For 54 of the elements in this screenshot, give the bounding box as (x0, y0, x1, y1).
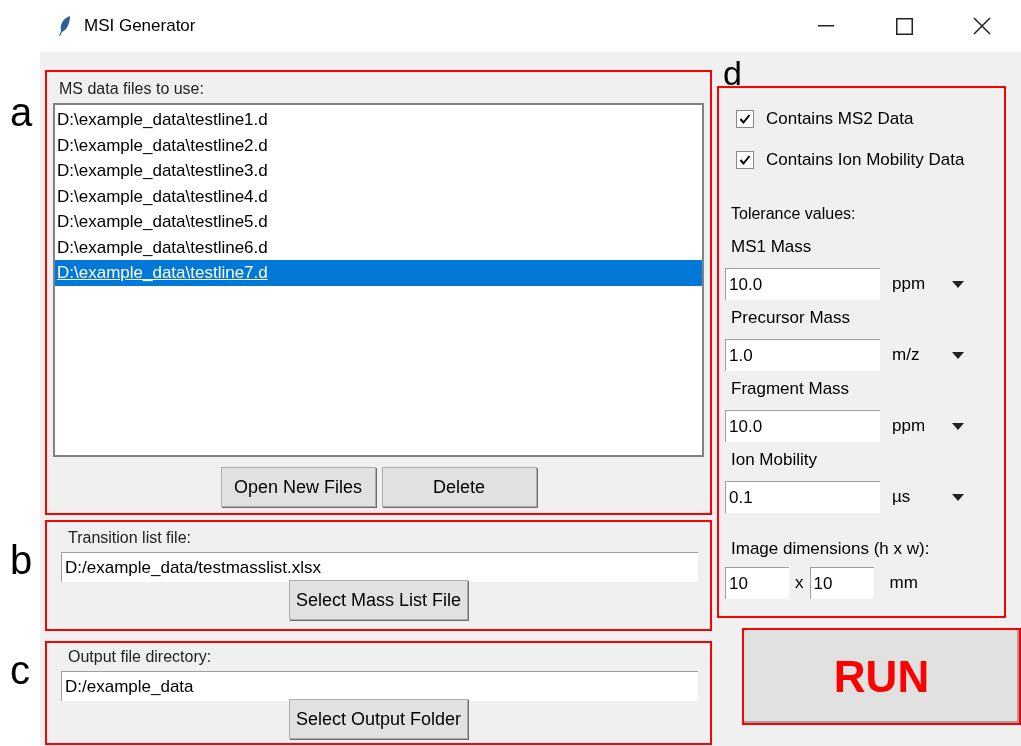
button[interactable]: Select Output Folder (288, 699, 469, 739)
panel-letter: a (10, 92, 33, 132)
caret-icon (952, 280, 964, 288)
checkbox-label: Contains Ion Mobility Data (766, 148, 965, 171)
input-field[interactable]: 0.1 (725, 481, 880, 513)
button[interactable]: Delete (381, 467, 537, 507)
caret-icon (952, 422, 964, 430)
minimize-icon (818, 25, 834, 27)
file-list-item[interactable]: D:\example_data\testline2.d (55, 132, 702, 158)
checkbox[interactable] (736, 109, 754, 128)
unit-dropdown[interactable]: ppm (892, 413, 964, 439)
input-field[interactable]: 10 (809, 567, 874, 599)
panel-letter: c (10, 650, 30, 690)
field-label: Image dimensions (h x w): (730, 538, 931, 560)
unit-label: mm (889, 572, 918, 595)
input-field[interactable]: 10.0 (725, 268, 880, 300)
unit-dropdown[interactable]: ppm (892, 271, 964, 297)
window-title: MSI Generator (84, 15, 196, 38)
file-list[interactable]: D:\example_data\testline1.d D:\example_data\testline2.d D:\example_data\testline3.d D:\example_data\testline4.d D:\example_data\testline5.d D:\example_data\testline6.d D:\example_data\testline7.d (53, 103, 704, 457)
file-list-item[interactable]: D:\example_data\testline7.d (55, 260, 702, 286)
section-label: Tolerance values: (730, 204, 857, 224)
file-list-item[interactable]: D:\example_data\testline3.d (55, 158, 702, 184)
section-label: MS data files to use: (58, 79, 205, 99)
field-label: Fragment Mass (730, 378, 851, 400)
input-field[interactable]: D:/example_data/testmasslist.xlsx (61, 552, 698, 582)
panel-letter: d (722, 56, 743, 86)
section-label: Transition list file: (67, 528, 192, 548)
file-list-item[interactable]: D:\example_data\testline5.d (55, 209, 702, 235)
file-list-item[interactable]: D:\example_data\testline6.d (55, 234, 702, 260)
input-field[interactable]: 1.0 (725, 339, 880, 371)
field-label: Ion Mobility (730, 449, 818, 471)
button[interactable]: Select Mass List File (288, 580, 469, 620)
file-list-item[interactable]: D:\example_data\testline4.d (55, 183, 702, 209)
section-label: Output file directory: (67, 647, 213, 667)
separator-label: x (795, 572, 804, 595)
button[interactable]: Open New Files (220, 467, 376, 507)
maximize-icon (895, 17, 913, 35)
checkbox[interactable] (736, 150, 754, 169)
input-field[interactable]: 10 (725, 567, 789, 599)
feather-icon (58, 15, 72, 37)
caret-icon (952, 351, 964, 359)
panel-letter: b (10, 540, 33, 580)
unit-dropdown[interactable]: µs (892, 484, 964, 510)
input-field[interactable]: 10.0 (725, 410, 880, 442)
caret-icon (952, 493, 964, 501)
checkmark-icon (739, 112, 751, 125)
file-list-item[interactable]: D:\example_data\testline1.d (55, 107, 702, 133)
close-icon (973, 17, 991, 35)
checkmark-icon (739, 153, 751, 166)
checkbox-label: Contains MS2 Data (766, 107, 914, 130)
input-field[interactable]: D:/example_data (61, 671, 698, 701)
field-label: MS1 Mass (730, 236, 813, 258)
field-label: Precursor Mass (730, 307, 852, 329)
unit-dropdown[interactable]: m/z (892, 342, 964, 368)
